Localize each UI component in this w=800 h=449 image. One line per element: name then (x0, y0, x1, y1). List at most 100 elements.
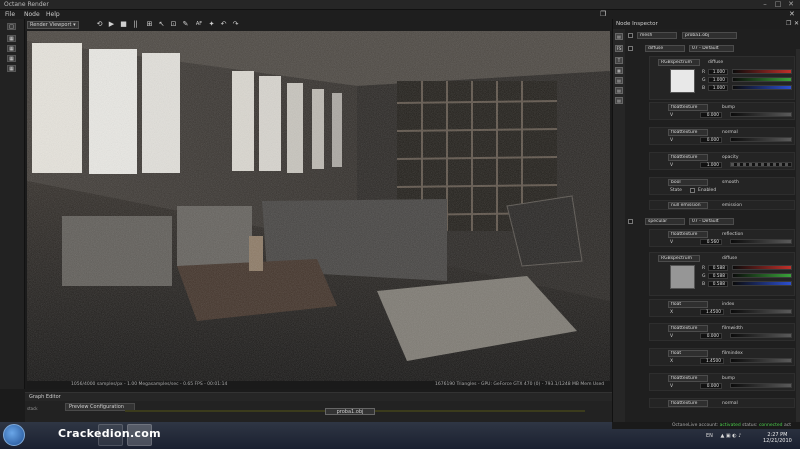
side-icon-1[interactable]: ▤ (615, 33, 623, 40)
filmindex-type-button[interactable]: float (668, 350, 708, 357)
emission-type-button[interactable]: null emission (668, 202, 708, 209)
specular-material-button[interactable]: 07 - Default (689, 218, 734, 225)
inspector-scrollbar[interactable] (796, 49, 800, 441)
filmwidth-type-button[interactable]: floattexture (668, 325, 708, 332)
autofocus-icon[interactable]: AF (193, 20, 205, 29)
opacity1-slider[interactable] (730, 162, 792, 167)
side-icon-fs[interactable]: FS (615, 45, 623, 52)
smooth-checkbox[interactable] (690, 188, 695, 193)
render-viewport[interactable] (27, 31, 610, 381)
undo-icon[interactable]: ↶ (219, 20, 228, 29)
menu-file[interactable]: File (5, 10, 15, 19)
maximize-button[interactable]: □ (773, 0, 783, 9)
specular-checkbox[interactable] (628, 219, 633, 224)
tool-icon-4[interactable]: ▦ (7, 55, 16, 62)
menu-help[interactable]: Help (46, 10, 60, 19)
refresh-icon[interactable]: ⟲ (95, 20, 104, 29)
opacity1-type-button[interactable]: floattexture (668, 154, 708, 161)
rgb2-type-button[interactable]: RGBspectrum (658, 255, 700, 262)
opacity1-value[interactable]: 1.000 (700, 162, 722, 168)
panel-close-icon[interactable]: ✕ (789, 10, 795, 19)
index-value[interactable]: 1.4500 (700, 309, 724, 315)
reflection-value[interactable]: 0.560 (700, 239, 722, 245)
rgb1-r-slider[interactable] (732, 69, 792, 74)
zoom-region-icon[interactable]: ⊡ (169, 20, 178, 29)
rgb1-g-slider[interactable] (732, 77, 792, 82)
tool-icon-2[interactable]: ▦ (7, 35, 16, 42)
stop-icon[interactable]: ■ (119, 20, 128, 29)
minimize-button[interactable]: – (760, 0, 770, 9)
menu-node[interactable]: Node (24, 10, 40, 19)
bump2-type-button[interactable]: floattexture (668, 375, 708, 382)
filmindex-name: filmindex (722, 351, 743, 356)
inspector-restore-icon[interactable]: ❐ (786, 19, 791, 29)
light-icon[interactable]: ✦ (207, 20, 216, 29)
tool-icon-5[interactable]: ▦ (7, 65, 16, 72)
region-icon[interactable]: ⊞ (145, 20, 154, 29)
specular-type-button[interactable]: specular (645, 218, 685, 225)
mesh-checkbox[interactable] (628, 33, 633, 38)
pause-icon[interactable]: || (131, 20, 140, 29)
rgb1-swatch[interactable] (670, 69, 695, 93)
select-icon[interactable]: ↖ (157, 20, 166, 29)
close-button[interactable]: ✕ (786, 0, 796, 9)
tool-icon-1[interactable]: □ (7, 23, 16, 30)
rgb1-type-button[interactable]: RGBspectrum (658, 59, 700, 66)
side-icon-7[interactable]: ▤ (615, 97, 623, 104)
play-icon[interactable]: ▶ (107, 20, 116, 29)
rgb1-b-slider[interactable] (732, 85, 792, 90)
filmindex-slider[interactable] (730, 358, 792, 363)
viewport-selector[interactable]: Render Viewport ▾ (27, 21, 79, 29)
bump1-slider[interactable] (730, 112, 792, 117)
gpu-stats: 1676190 Triangles - GPU: GeForce GTX 470… (435, 382, 605, 387)
rgb2-r-slider[interactable] (732, 265, 792, 270)
bump2-slider[interactable] (730, 383, 792, 388)
clock[interactable]: 2:27 PM 12/21/2010 (763, 432, 792, 444)
normal1-slider[interactable] (730, 137, 792, 142)
rgb2-b-value[interactable]: 0.588 (708, 281, 728, 287)
rgb2-swatch[interactable] (670, 265, 695, 289)
mesh-type-button[interactable]: mesh (637, 32, 677, 39)
side-icon-4[interactable]: ▦ (615, 67, 623, 74)
filmwidth-value[interactable]: 0.000 (700, 333, 722, 339)
pick-icon[interactable]: ✎ (181, 20, 190, 29)
side-icon-5[interactable]: ▤ (615, 77, 623, 84)
index-slider[interactable] (730, 309, 792, 314)
side-icon-t[interactable]: T (615, 57, 623, 64)
mesh-node[interactable]: proba1.obj (325, 408, 375, 415)
rgb2-g-slider[interactable] (732, 273, 792, 278)
diffuse-type-button[interactable]: diffuse (645, 45, 685, 52)
tool-icon-3[interactable]: ▦ (7, 45, 16, 52)
rgb1-g-value[interactable]: 1.000 (708, 77, 728, 83)
filmwidth-slider[interactable] (730, 333, 792, 338)
left-toolbar: □ ▦ ▦ ▦ ▦ (0, 19, 25, 389)
smooth-type-button[interactable]: bool (668, 179, 708, 186)
tray-icons[interactable]: ▲ ▣ ◐ ♪ (721, 433, 742, 439)
bump1-type-button[interactable]: floattexture (668, 104, 708, 111)
side-icon-6[interactable]: ▤ (615, 87, 623, 94)
rgb2-r-value[interactable]: 0.588 (708, 265, 728, 271)
rgb2-g-value[interactable]: 0.588 (708, 273, 728, 279)
reflection-type-button[interactable]: floattexture (668, 231, 708, 238)
rgb1-b-value[interactable]: 1.000 (708, 85, 728, 91)
reflection-slider[interactable] (730, 239, 792, 244)
rgb2-b-slider[interactable] (732, 281, 792, 286)
normal2-name: normal (722, 401, 738, 406)
inspector-close-icon[interactable]: ✕ (794, 19, 799, 29)
rgb2-name: diffuse (722, 256, 738, 261)
filmindex-value[interactable]: 1.4500 (700, 358, 724, 364)
normal1-value[interactable]: 0.000 (700, 137, 722, 143)
redo-icon[interactable]: ↷ (231, 20, 240, 29)
bump2-value[interactable]: 0.000 (700, 383, 722, 389)
diffuse-material-button[interactable]: 07 - Default (689, 45, 734, 52)
language-indicator[interactable]: EN (706, 433, 713, 439)
panel-restore-icon[interactable]: ❐ (600, 10, 606, 19)
mesh-value-button[interactable]: proba1.obj (682, 32, 737, 39)
rgb1-r-value[interactable]: 1.000 (708, 69, 728, 75)
start-button[interactable] (3, 424, 25, 446)
index-type-button[interactable]: float (668, 301, 708, 308)
bump1-value[interactable]: 0.000 (700, 112, 722, 118)
normal1-type-button[interactable]: floattexture (668, 129, 708, 136)
normal2-type-button[interactable]: floattexture (668, 400, 708, 407)
diffuse-checkbox[interactable] (628, 46, 633, 51)
